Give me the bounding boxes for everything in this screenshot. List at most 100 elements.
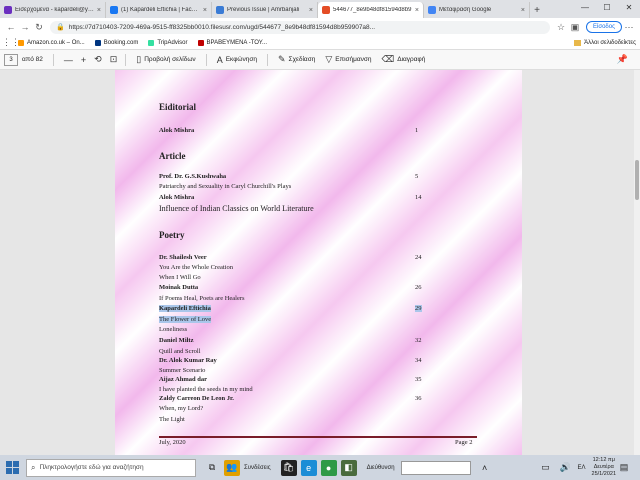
footer-rule bbox=[159, 436, 477, 438]
close-tab-icon[interactable]: × bbox=[203, 7, 207, 14]
minimize-icon[interactable]: — bbox=[574, 0, 596, 14]
address-bar: ← → ↻ 🔒 https://7d710403-7209-469a-9515-… bbox=[0, 18, 640, 36]
tab-title: Previous Issue | Amrbanjali bbox=[227, 7, 300, 13]
tab-title: Εισερχόμενα - kapardeli@yahoo.gr bbox=[15, 7, 95, 13]
bookmark-amazon[interactable]: Amazon.co.uk – On... bbox=[18, 39, 85, 46]
tab-pdf[interactable]: 544677_8e9b48df81594d8b9 × bbox=[318, 2, 424, 18]
page-view-button[interactable]: ▯ Προβολή σελίδων bbox=[136, 54, 195, 65]
store-icon[interactable]: 🛍 bbox=[280, 459, 297, 476]
address-toolbar-input[interactable] bbox=[400, 460, 471, 475]
url-field[interactable]: 🔒 https://7d710403-7209-469a-9515-ff8325… bbox=[50, 20, 551, 34]
notifications-icon[interactable]: ▤ bbox=[616, 460, 632, 476]
bookmark-tripadvisor[interactable]: TripAdvisor bbox=[148, 39, 188, 46]
read-aloud-icon: A bbox=[216, 54, 223, 65]
bookmark-awarded[interactable]: ΒΡΑΒΕΥΜΕΝΑ -ΤΟΥ... bbox=[197, 39, 267, 46]
clock-date: 25/1/2021 bbox=[591, 471, 616, 477]
page-count: από 82 bbox=[22, 56, 43, 63]
close-tab-icon[interactable]: × bbox=[415, 7, 419, 14]
zoom-in-icon[interactable]: + bbox=[81, 55, 86, 65]
scroll-thumb[interactable] bbox=[635, 160, 639, 200]
chevron-up-icon[interactable]: ˄ bbox=[477, 460, 493, 476]
rotate-icon[interactable]: ⟲ bbox=[94, 54, 102, 65]
page-number-input[interactable]: 3 bbox=[4, 53, 18, 66]
toc-title: If Poems Heal, Poets are Healers bbox=[159, 295, 245, 302]
signin-button[interactable]: Είσοδος bbox=[586, 21, 622, 33]
window-controls: — ☐ ✕ bbox=[574, 0, 640, 14]
read-aloud-label: Εκφώνηση bbox=[225, 56, 257, 63]
close-tab-icon[interactable]: × bbox=[309, 7, 313, 14]
tab-previous-issue[interactable]: Previous Issue | Amrbanjali × bbox=[212, 2, 318, 18]
highlight-button[interactable]: ▽ Επισήμανση bbox=[325, 54, 371, 65]
maximize-icon[interactable]: ☐ bbox=[596, 0, 618, 14]
toc-page: 32 bbox=[415, 337, 422, 344]
collections-icon[interactable]: ▣ bbox=[568, 20, 582, 34]
tab-translate[interactable]: Μετάφραση Google × bbox=[424, 2, 530, 18]
zoom-out-icon[interactable]: — bbox=[64, 55, 73, 65]
language-indicator[interactable]: ΕΛ bbox=[578, 465, 586, 471]
toc-author: Daniel Miltz bbox=[159, 337, 194, 344]
draw-button[interactable]: ✎ Σχεδίαση bbox=[278, 54, 315, 65]
reload-icon[interactable]: ↻ bbox=[32, 20, 46, 34]
fit-page-icon[interactable]: ⊡ bbox=[110, 54, 118, 65]
article-heading: Article bbox=[159, 151, 186, 161]
divider bbox=[267, 53, 268, 66]
highlight-label: Επισήμανση bbox=[335, 56, 372, 63]
bookmarks-bar: ⋮⋮ Amazon.co.uk – On... Booking.com Trip… bbox=[0, 36, 640, 50]
booking-icon bbox=[94, 39, 101, 46]
menu-icon[interactable]: ⋯ bbox=[622, 20, 636, 34]
people-icon[interactable]: 👥 bbox=[224, 459, 240, 476]
taskbar-search[interactable]: ⌕ Πληκτρολογήστε εδώ για αναζήτηση bbox=[26, 458, 196, 477]
pdf-viewer[interactable]: Eiditorial Alok Mishra 1 Article Prof. D… bbox=[0, 70, 640, 455]
pdf-icon bbox=[322, 6, 330, 14]
toc-title: Patriarchy and Sexuality in Caryl Church… bbox=[159, 183, 292, 190]
bookmark-label: Amazon.co.uk – On... bbox=[27, 39, 85, 46]
forward-icon[interactable]: → bbox=[18, 20, 32, 34]
toc-title-selected: The Flower of Love bbox=[159, 316, 212, 323]
divider bbox=[52, 53, 54, 66]
toc-title: Influence of Indian Classics on World Li… bbox=[159, 204, 314, 213]
close-tab-icon[interactable]: × bbox=[97, 7, 101, 14]
translate-icon bbox=[428, 6, 436, 14]
toc-title: Loneliness bbox=[159, 326, 188, 333]
read-aloud-button[interactable]: A Εκφώνηση bbox=[217, 55, 257, 65]
clock[interactable]: 12:12 πμ Δευτέρα 25/1/2021 bbox=[592, 457, 616, 478]
task-view-icon[interactable]: ⧉ bbox=[204, 460, 220, 476]
site-icon bbox=[216, 6, 224, 14]
erase-button[interactable]: ⌫ Διαγραφή bbox=[382, 54, 426, 65]
new-tab-button[interactable]: + bbox=[530, 2, 544, 18]
windows-start-icon[interactable] bbox=[4, 460, 20, 476]
tab-mail[interactable]: Εισερχόμενα - kapardeli@yahoo.gr × bbox=[0, 2, 106, 18]
bookmark-label: TripAdvisor bbox=[157, 39, 188, 46]
app-icon[interactable]: ◧ bbox=[340, 459, 357, 476]
taskbar-connections[interactable]: Συνδέσεις bbox=[244, 465, 271, 471]
bookmark-booking[interactable]: Booking.com bbox=[94, 39, 138, 46]
other-bookmarks[interactable]: Άλλοι σελιδοδείκτες bbox=[574, 39, 636, 46]
pin-icon[interactable]: 📌 bbox=[617, 54, 628, 65]
site-icon bbox=[197, 39, 204, 46]
lock-icon: 🔒 bbox=[56, 24, 65, 31]
toc-author: Prof. Dr. G.S.Kushwaha bbox=[159, 173, 227, 180]
apps-icon[interactable]: ⋮⋮ bbox=[2, 36, 20, 50]
vertical-scrollbar[interactable] bbox=[634, 70, 640, 455]
close-window-icon[interactable]: ✕ bbox=[618, 0, 640, 14]
edge-icon[interactable]: e bbox=[300, 459, 317, 476]
toc-title: Summer Scenario bbox=[159, 367, 206, 374]
volume-icon[interactable]: 🔊 bbox=[558, 460, 574, 476]
close-tab-icon[interactable]: × bbox=[521, 7, 525, 14]
back-icon[interactable]: ← bbox=[4, 20, 18, 34]
network-icon[interactable]: ▭ bbox=[538, 460, 554, 476]
toc-author: Alok Mishra bbox=[159, 127, 195, 134]
toc-page: 14 bbox=[415, 194, 422, 201]
tab-facebook[interactable]: (1) Kapardeli Eftichia | Facebook × bbox=[106, 2, 212, 18]
facebook-icon bbox=[110, 6, 118, 14]
system-tray: ▭ 🔊 ΕΛ 12:12 πμ Δευτέρα 25/1/2021 ▤ bbox=[538, 457, 636, 478]
amazon-icon bbox=[18, 39, 24, 46]
chrome-icon[interactable]: ● bbox=[320, 459, 337, 476]
toc-title: When I Will Go bbox=[159, 274, 201, 281]
tab-title: 544677_8e9b48df81594d8b9 bbox=[333, 7, 412, 13]
tripadvisor-icon bbox=[148, 39, 155, 46]
star-icon[interactable]: ☆ bbox=[554, 20, 568, 34]
toc-title: I have planted the seeds in my mind bbox=[159, 386, 253, 393]
toc-page: 36 bbox=[415, 395, 422, 402]
taskbar: ⌕ Πληκτρολογήστε εδώ για αναζήτηση ⧉ 👥 Σ… bbox=[0, 455, 640, 480]
